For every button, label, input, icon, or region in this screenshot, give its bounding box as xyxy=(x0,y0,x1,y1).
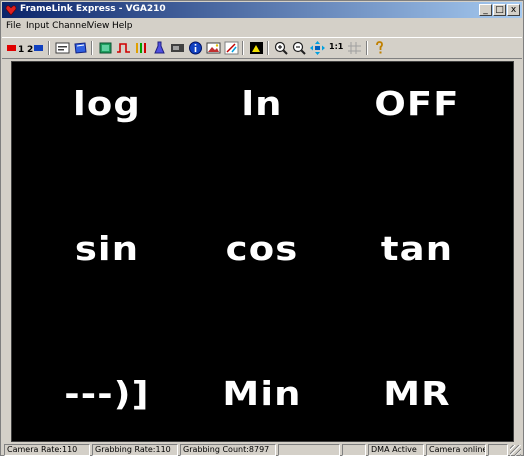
menu-view[interactable]: View xyxy=(88,21,109,31)
close-button[interactable]: x xyxy=(507,4,520,16)
status-camera: Camera online xyxy=(426,444,486,456)
status-bar: Camera Rate:110 Grabbing Rate:110 Grabbi… xyxy=(2,443,522,456)
tiff-icon[interactable] xyxy=(54,40,71,56)
symbol-sin: sin xyxy=(74,229,140,268)
status-empty-pane xyxy=(342,444,366,456)
zoom-in-icon[interactable] xyxy=(273,40,290,56)
symbol-ln: ln xyxy=(241,84,283,123)
grid-icon[interactable] xyxy=(346,40,363,56)
histogram-icon[interactable] xyxy=(248,40,265,56)
status-empty-pane xyxy=(488,444,508,456)
image-icon[interactable] xyxy=(205,40,222,56)
fit-icon[interactable] xyxy=(309,40,326,56)
symbol-cos: cos xyxy=(225,229,299,268)
zoom-1-1-button[interactable]: 1:1 xyxy=(329,42,343,51)
symbol-min: Min xyxy=(222,374,302,413)
channel-2-label: 2 xyxy=(27,45,33,55)
status-camera-rate: Camera Rate:110 xyxy=(4,444,90,456)
window-title: FrameLink Express - VGA210 xyxy=(20,4,166,14)
info-icon[interactable] xyxy=(187,40,204,56)
toolbar-separator xyxy=(91,41,93,55)
symbol-parentheses: ---)] xyxy=(64,374,150,413)
menu-file[interactable]: File xyxy=(6,21,21,31)
toolbar-separator xyxy=(48,41,50,55)
toolbar-separator xyxy=(366,41,368,55)
symbol-off: OFF xyxy=(374,84,460,123)
title-bar[interactable]: FrameLink Express - VGA210 _ □ x xyxy=(2,2,522,18)
status-grabbing-rate: Grabbing Rate:110 xyxy=(92,444,178,456)
camera-select-icon[interactable] xyxy=(72,40,89,56)
menu-bar: File Input Channel View Help xyxy=(2,19,522,35)
frame-icon[interactable] xyxy=(97,40,114,56)
wand-icon[interactable] xyxy=(223,40,240,56)
toolbar: 1 2 1:1 xyxy=(2,37,522,59)
zoom-out-icon[interactable] xyxy=(291,40,308,56)
bars-icon[interactable] xyxy=(133,40,150,56)
status-dma: DMA Active xyxy=(368,444,424,456)
channel-1-label: 1 xyxy=(18,45,24,55)
resize-grip[interactable] xyxy=(510,445,521,456)
channel-1-icon[interactable]: 1 xyxy=(6,40,26,56)
maximize-button[interactable]: □ xyxy=(493,4,506,16)
flask-icon[interactable] xyxy=(151,40,168,56)
toolbar-separator xyxy=(242,41,244,55)
symbol-tan: tan xyxy=(380,229,454,268)
application-window: FrameLink Express - VGA210 _ □ x File Inpu… xyxy=(0,0,524,456)
menu-help[interactable]: Help xyxy=(112,21,133,31)
card-icon[interactable] xyxy=(169,40,186,56)
symbol-mr: MR xyxy=(383,374,451,413)
minimize-button[interactable]: _ xyxy=(479,4,492,16)
toolbar-separator xyxy=(267,41,269,55)
framelink-app-icon[interactable] xyxy=(5,4,17,16)
window-controls: _ □ x xyxy=(478,4,520,16)
pulse-icon[interactable] xyxy=(115,40,132,56)
symbol-log: log xyxy=(73,84,141,123)
channel-2-icon[interactable]: 2 xyxy=(26,40,46,56)
status-empty-pane xyxy=(278,444,340,456)
status-grabbing-count: Grabbing Count:8797 xyxy=(180,444,276,456)
camera-image-display[interactable]: log ln OFF sin cos tan ---)] Min MR xyxy=(11,61,514,442)
help-icon[interactable] xyxy=(371,40,388,56)
menu-input-channel[interactable]: Input Channel xyxy=(26,21,89,31)
